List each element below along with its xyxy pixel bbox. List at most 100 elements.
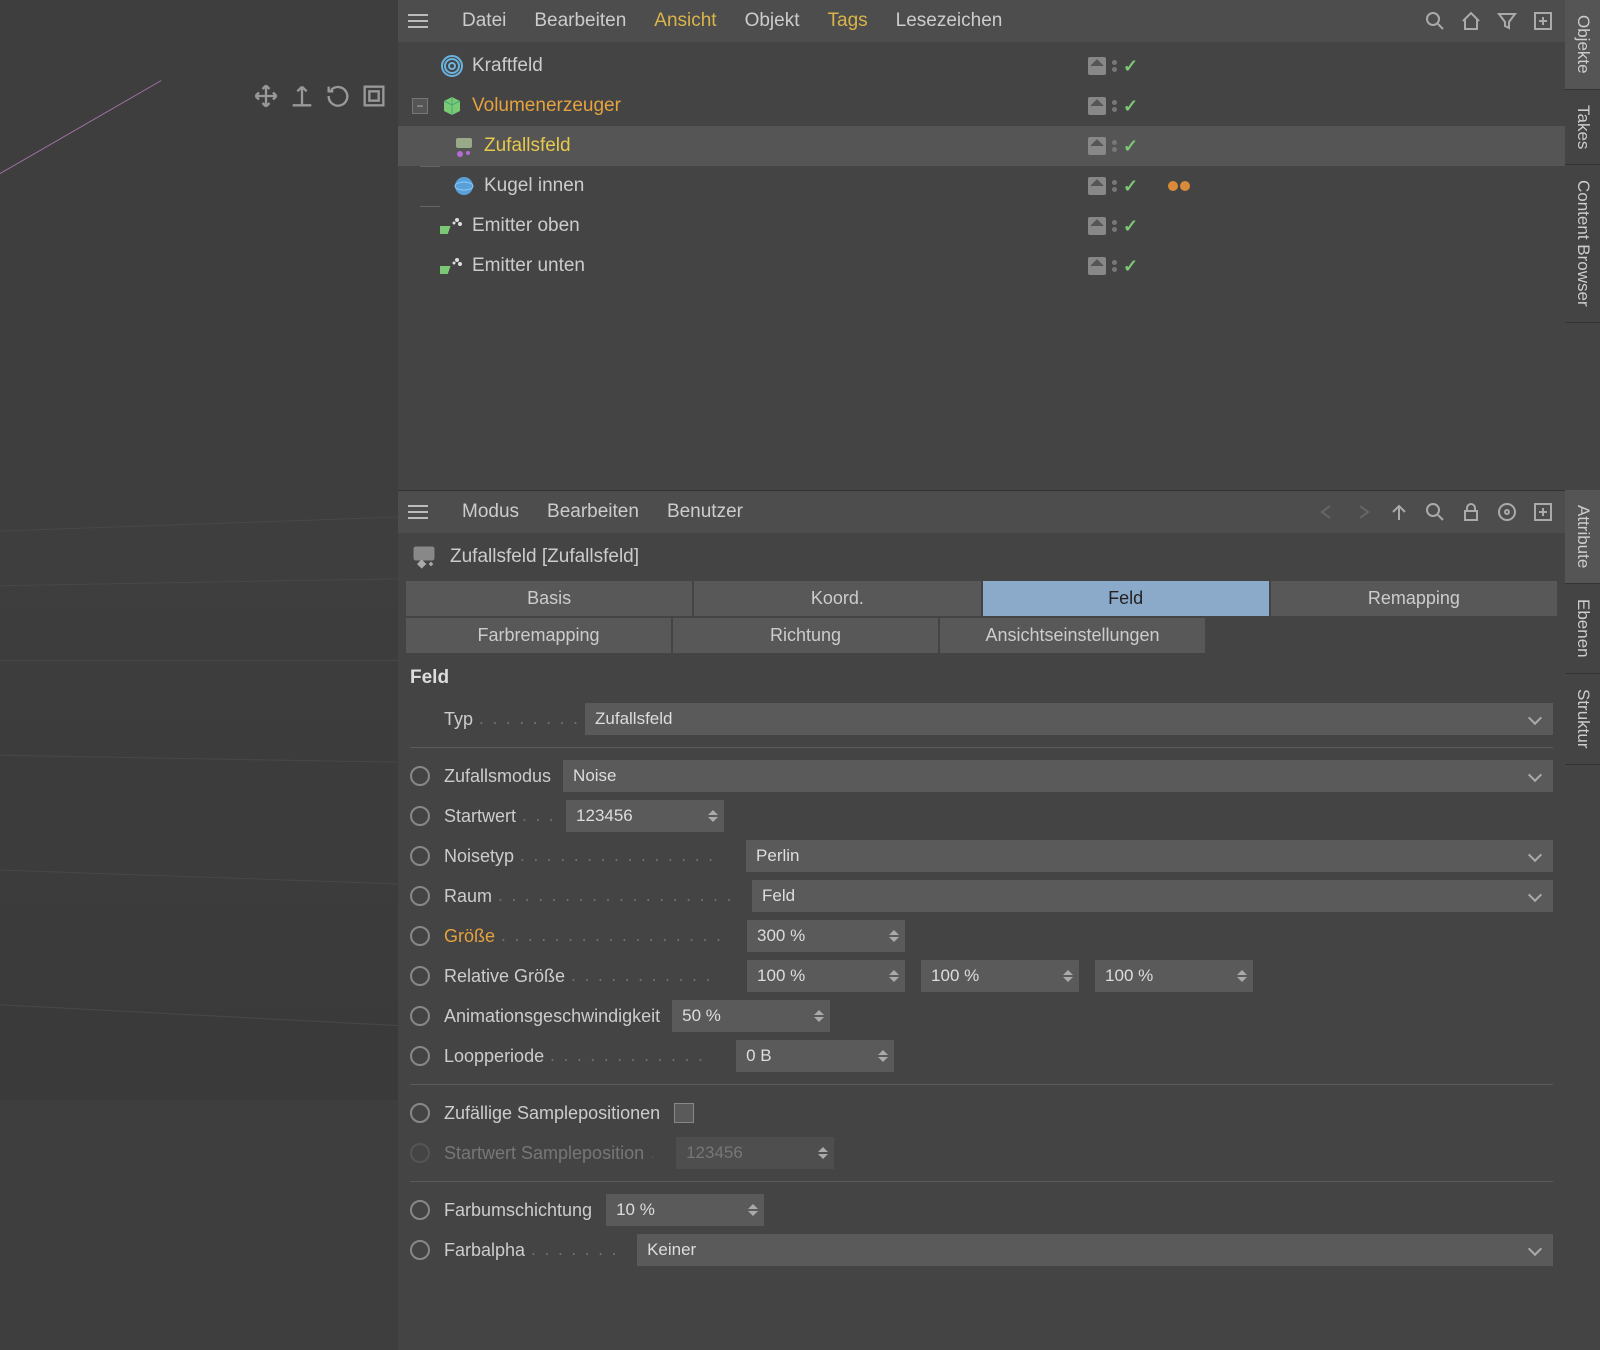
param-radio[interactable]	[410, 1103, 430, 1123]
param-radio[interactable]	[410, 886, 430, 906]
side-tab-takes[interactable]: Takes	[1565, 90, 1600, 165]
enable-check[interactable]: ✓	[1123, 56, 1138, 77]
visibility-dots[interactable]	[1112, 220, 1117, 232]
tree-status[interactable]: ✓	[1088, 96, 1138, 117]
add-icon[interactable]	[1531, 9, 1555, 33]
param-radio[interactable]	[410, 1046, 430, 1066]
relg-z-field[interactable]	[1095, 960, 1253, 992]
updown-icon[interactable]	[288, 82, 316, 110]
layer-toggle[interactable]	[1088, 97, 1106, 115]
param-radio[interactable]	[410, 806, 430, 826]
menu-ansicht[interactable]: Ansicht	[654, 10, 716, 32]
search-icon[interactable]	[1423, 9, 1447, 33]
tree-status[interactable]: ✓	[1088, 216, 1138, 237]
param-radio[interactable]	[410, 1240, 430, 1260]
groesse-input[interactable]	[747, 920, 887, 952]
spinner-icon[interactable]	[746, 1194, 764, 1226]
back-icon[interactable]	[1315, 500, 1339, 524]
object-tags[interactable]	[1168, 181, 1190, 191]
sample-checkbox[interactable]	[674, 1103, 694, 1123]
param-radio[interactable]	[410, 966, 430, 986]
tree-status[interactable]: ✓	[1088, 56, 1138, 77]
side-tab-objekte[interactable]: Objekte	[1565, 0, 1600, 90]
param-radio[interactable]	[410, 926, 430, 946]
spinner-icon[interactable]	[887, 960, 905, 992]
tree-status[interactable]: ✓	[1088, 136, 1138, 157]
side-tab-ebenen[interactable]: Ebenen	[1565, 584, 1600, 674]
param-radio[interactable]	[410, 766, 430, 786]
visibility-dots[interactable]	[1112, 140, 1117, 152]
groesse-field[interactable]	[747, 920, 905, 952]
tab-farbremapping[interactable]: Farbremapping	[406, 618, 671, 653]
lock-icon[interactable]	[1459, 500, 1483, 524]
relg-x-field[interactable]	[747, 960, 905, 992]
side-tab-content[interactable]: Content Browser	[1565, 165, 1600, 323]
menu-objekt[interactable]: Objekt	[745, 10, 800, 32]
farbum-field[interactable]	[606, 1194, 764, 1226]
search-icon[interactable]	[1423, 500, 1447, 524]
layer-toggle[interactable]	[1088, 177, 1106, 195]
tab-basis[interactable]: Basis	[406, 581, 692, 616]
layer-toggle[interactable]	[1088, 257, 1106, 275]
layer-toggle[interactable]	[1088, 137, 1106, 155]
tree-status[interactable]: ✓	[1088, 176, 1138, 197]
side-tab-attribute[interactable]: Attribute	[1565, 490, 1600, 584]
tree-row[interactable]: Kraftfeld✓	[398, 46, 1565, 86]
tab-ansicht[interactable]: Ansichtseinstellungen	[940, 618, 1205, 653]
farbum-input[interactable]	[606, 1194, 746, 1226]
tab-feld[interactable]: Feld	[983, 581, 1269, 616]
tab-koord[interactable]: Koord.	[694, 581, 980, 616]
relg-y-field[interactable]	[921, 960, 1079, 992]
home-icon[interactable]	[1459, 9, 1483, 33]
spinner-icon[interactable]	[812, 1000, 830, 1032]
tree-row[interactable]: Zufallsfeld✓	[398, 126, 1565, 166]
loop-field[interactable]	[736, 1040, 894, 1072]
tree-row[interactable]: −Volumenerzeuger✓	[398, 86, 1565, 126]
hamburger-icon[interactable]	[408, 14, 428, 28]
tree-status[interactable]: ✓	[1088, 256, 1138, 277]
filter-icon[interactable]	[1495, 9, 1519, 33]
anim-field[interactable]	[672, 1000, 830, 1032]
spinner-icon[interactable]	[876, 1040, 894, 1072]
add-icon[interactable]	[1531, 500, 1555, 524]
spinner-icon[interactable]	[887, 920, 905, 952]
tab-remapping[interactable]: Remapping	[1271, 581, 1557, 616]
spinner-icon[interactable]	[1235, 960, 1253, 992]
tag-icon[interactable]	[1168, 181, 1178, 191]
anim-input[interactable]	[672, 1000, 812, 1032]
forward-icon[interactable]	[1351, 500, 1375, 524]
param-radio[interactable]	[410, 1006, 430, 1026]
relg-z-input[interactable]	[1095, 960, 1235, 992]
frame-icon[interactable]	[360, 82, 388, 110]
relg-x-input[interactable]	[747, 960, 887, 992]
typ-select[interactable]: Zufallsfeld	[585, 703, 1553, 735]
expand-toggle[interactable]: −	[412, 98, 428, 114]
param-radio[interactable]	[410, 1200, 430, 1220]
noisetype-select[interactable]: Perlin	[746, 840, 1553, 872]
loop-input[interactable]	[736, 1040, 876, 1072]
start-field[interactable]	[566, 800, 724, 832]
move-icon[interactable]	[252, 82, 280, 110]
hamburger-icon[interactable]	[408, 505, 428, 519]
rotate-icon[interactable]	[324, 82, 352, 110]
enable-check[interactable]: ✓	[1123, 136, 1138, 157]
spinner-icon[interactable]	[1061, 960, 1079, 992]
menu-datei[interactable]: Datei	[462, 10, 506, 32]
tree-row[interactable]: Emitter unten✓	[398, 246, 1565, 286]
up-icon[interactable]	[1387, 500, 1411, 524]
relg-y-input[interactable]	[921, 960, 1061, 992]
menu-modus[interactable]: Modus	[462, 501, 519, 523]
tag-icon[interactable]	[1180, 181, 1190, 191]
visibility-dots[interactable]	[1112, 260, 1117, 272]
enable-check[interactable]: ✓	[1123, 176, 1138, 197]
menu-bearbeiten[interactable]: Bearbeiten	[534, 10, 626, 32]
layer-toggle[interactable]	[1088, 57, 1106, 75]
visibility-dots[interactable]	[1112, 180, 1117, 192]
side-tab-struktur[interactable]: Struktur	[1565, 674, 1600, 765]
tree-row[interactable]: Kugel innen✓	[398, 166, 1565, 206]
tab-richtung[interactable]: Richtung	[673, 618, 938, 653]
visibility-dots[interactable]	[1112, 100, 1117, 112]
start-input[interactable]	[566, 800, 706, 832]
tree-row[interactable]: Emitter oben✓	[398, 206, 1565, 246]
menu-lesezeichen[interactable]: Lesezeichen	[896, 10, 1003, 32]
